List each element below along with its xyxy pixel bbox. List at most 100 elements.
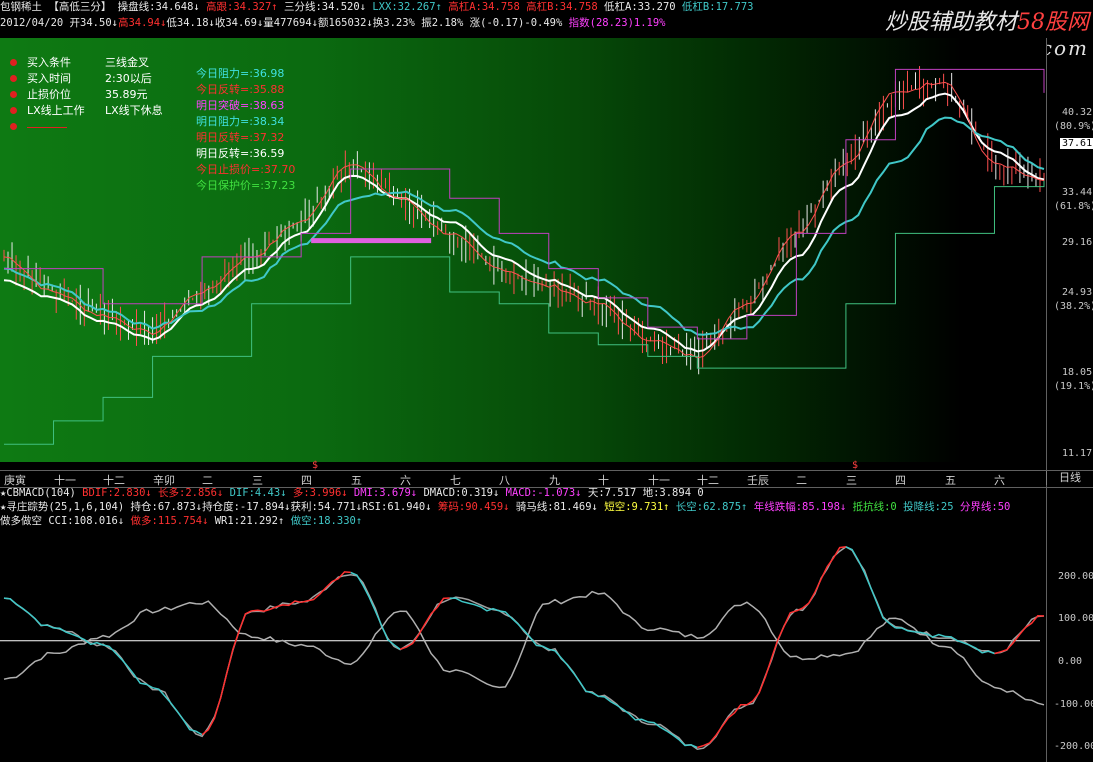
legend-row: [10, 119, 163, 135]
legend-value: LX线下休息: [105, 104, 163, 117]
oscillator-tick-label: -200.00: [1054, 741, 1093, 753]
price-tick-label: 33.44: [1062, 187, 1093, 199]
oscillator-axis: 200.00 100.00 0.00 -100.00 -200.00: [1050, 528, 1093, 762]
cbmacd-field-1: BDIF:2.830↓: [75, 487, 152, 499]
legend-label: 买入时间: [27, 72, 71, 85]
oscillator-trend-segment: [994, 615, 1045, 655]
legend-value: 2:30以后: [105, 72, 152, 85]
oscillator-trend-segment: [449, 597, 500, 612]
cbmacd-field-8: 天:7.517 地:3.894 0: [581, 487, 704, 499]
legend-value: 35.89元: [105, 88, 148, 101]
chips-field-4: 长空:62.875↑: [669, 501, 748, 513]
oscillator-series-line: [3, 590, 1045, 706]
chips-field-6: 抵抗线:0: [846, 501, 897, 513]
red-dot-icon: [10, 75, 17, 82]
cbmacd-field-0: ★CBMACD(104): [0, 487, 76, 499]
red-dot-icon: [10, 123, 17, 130]
legend-row: 买入条件 三线金叉: [10, 55, 163, 71]
chips-field-5: 年线跌幅:85.198↓: [747, 501, 847, 513]
header-field-7: 低杠B:17.773: [675, 1, 754, 13]
oscillator-chart[interactable]: [0, 528, 1046, 762]
legend-label: LX线上工作: [27, 104, 85, 117]
legend-row: 止损价位 35.89元: [10, 87, 163, 103]
oscillator-trend-segment: [697, 704, 747, 749]
indicator-cbmacd-line: ★CBMACD(104) BDIF:2.830↓ 长多:2.856↓ DIF:4…: [0, 486, 1050, 500]
price-levels: 今日阻力=:36.98 今日反转=:35.88 明日突破=:38.63 明日阻力=:3…: [196, 66, 295, 194]
red-dot-icon: [10, 91, 17, 98]
cci-field-3: 做空:18.330↑: [284, 515, 363, 527]
header-line-1: 包钢稀土 【高低三分】 操盘线:34.648↓ 高跟:34.327↑ 三分线:3…: [0, 0, 860, 15]
dividend-marker: $: [852, 460, 859, 471]
watermark-title: 炒股辅助教材: [884, 10, 1017, 35]
cci-field-2: WR1:21.292↑: [208, 515, 285, 527]
level-text: 明日阻力=:38.34: [196, 115, 285, 128]
oscillator-trend-segment: [548, 648, 599, 697]
cbmacd-field-6: DMACD:0.319↓: [417, 487, 500, 499]
oscillator-trend-segment: [845, 546, 896, 629]
quote-field-0: 2012/04/20 开34.50↓: [0, 17, 118, 29]
fib-pct-label: (38.2%): [1054, 300, 1093, 312]
oscillator-trend-segment: [796, 546, 846, 612]
oscillator-tick-label: 0.00: [1058, 656, 1083, 668]
price-tick-label: 24.93: [1062, 286, 1093, 298]
oscillator-trend-segment: [350, 571, 401, 650]
quote-field-2: 低34.18↓收34.69↓量477694↓额165032↓换3.23% 振2.…: [166, 17, 563, 29]
legend-value: 三线金叉: [105, 56, 149, 69]
price-series-line: [3, 116, 1045, 336]
level-text: 今日阻力=:36.98: [196, 67, 285, 80]
header-field-3: LXX:32.267↑: [366, 1, 442, 13]
cci-field-1: 做多:115.754↓: [124, 515, 209, 527]
level-text: 今日反转=:35.88: [196, 83, 285, 96]
header-line-2: 2012/04/20 开34.50↓高34.94↓低34.18↓收34.69↓量…: [0, 16, 860, 31]
oscillator-trend-segment: [598, 695, 649, 723]
chips-field-7: 投降线:25: [896, 501, 954, 513]
cbmacd-field-3: DIF:4.43↓: [223, 487, 287, 499]
legend-row: 买入时间 2:30以后: [10, 71, 163, 87]
price-series-line: [4, 180, 1045, 445]
price-axis: 40.32 37.61 33.44 29.16 24.93 18.05 11.17 (80.9…: [1050, 38, 1093, 468]
level-text: 明日反转=:36.59: [196, 147, 285, 160]
indicator-cci-line: 做多做空 CCI:108.016↓ 做多:115.754↓ WR1:21.292…: [0, 514, 1050, 528]
price-tick-label: 18.05: [1062, 367, 1093, 379]
oscillator-trend-segment: [499, 610, 550, 650]
legend-row: LX线上工作 LX线下休息: [10, 103, 163, 119]
fib-pct-label: (19.1%): [1054, 381, 1093, 393]
chips-field-1: 筹码:90.459↓: [431, 501, 510, 513]
fib-pct-label: (80.9%): [1054, 120, 1093, 132]
cbmacd-field-4: 多:3.996↓: [286, 487, 348, 499]
legend-line: [27, 126, 67, 128]
oscillator-trend-segment: [251, 600, 302, 612]
period-daily-button[interactable]: 日线: [1046, 471, 1093, 485]
indicator-chips-line: ★寻庄踪势(25,1,6,104) 持仓:67.873↓持仓度:-17.894↓…: [0, 500, 1050, 514]
legend-label: 止损价位: [27, 88, 71, 101]
buy-legend: 买入条件 三线金叉买入时间 2:30以后止损价位 35.89元 LX线上工作 LX线下休息: [10, 55, 163, 135]
oscillator-trend-segment: [102, 644, 153, 689]
oscillator-trend-segment: [53, 627, 104, 646]
oscillator-trend-segment: [895, 627, 946, 638]
level-text: 今日保护价=:37.23: [196, 179, 296, 192]
price-tick-label: 29.16: [1062, 237, 1093, 249]
header-field-4: 高杠A:34.758: [441, 1, 520, 13]
cci-field-0: 做多做空 CCI:108.016↓: [0, 515, 125, 527]
oscillator-trend-segment: [647, 721, 698, 749]
axis-divider: [1046, 38, 1047, 762]
cbmacd-field-5: DMI:3.679↓: [347, 487, 418, 499]
cbmacd-field-2: 长多:2.856↓: [151, 487, 224, 499]
header-field-0: 包钢稀土 【高低三分】 操盘线:34.648↓: [0, 1, 200, 13]
red-dot-icon: [10, 107, 17, 114]
fib-pct-label: (61.8%): [1054, 201, 1093, 213]
oscillator-tick-label: -100.00: [1054, 698, 1093, 710]
oscillator-trend-segment: [746, 610, 797, 706]
price-tick-label: 37.61: [1060, 138, 1093, 150]
chips-field-8: 分界线:50: [953, 501, 1011, 513]
header-field-1: 高跟:34.327↑: [199, 1, 278, 13]
header-field-2: 三分线:34.520↓: [277, 1, 367, 13]
oscillator-tick-label: 100.00: [1058, 613, 1093, 625]
price-tick-label: 40.32: [1062, 106, 1093, 118]
oscillator-panel[interactable]: [0, 528, 1046, 762]
chips-field-2: 骑马线:81.469↓: [509, 501, 598, 513]
header-field-5: 高杠B:34.758: [519, 1, 598, 13]
dividend-marker: $: [312, 460, 319, 471]
legend-label: 买入条件: [27, 56, 71, 69]
oscillator-trend-segment: [3, 597, 54, 629]
